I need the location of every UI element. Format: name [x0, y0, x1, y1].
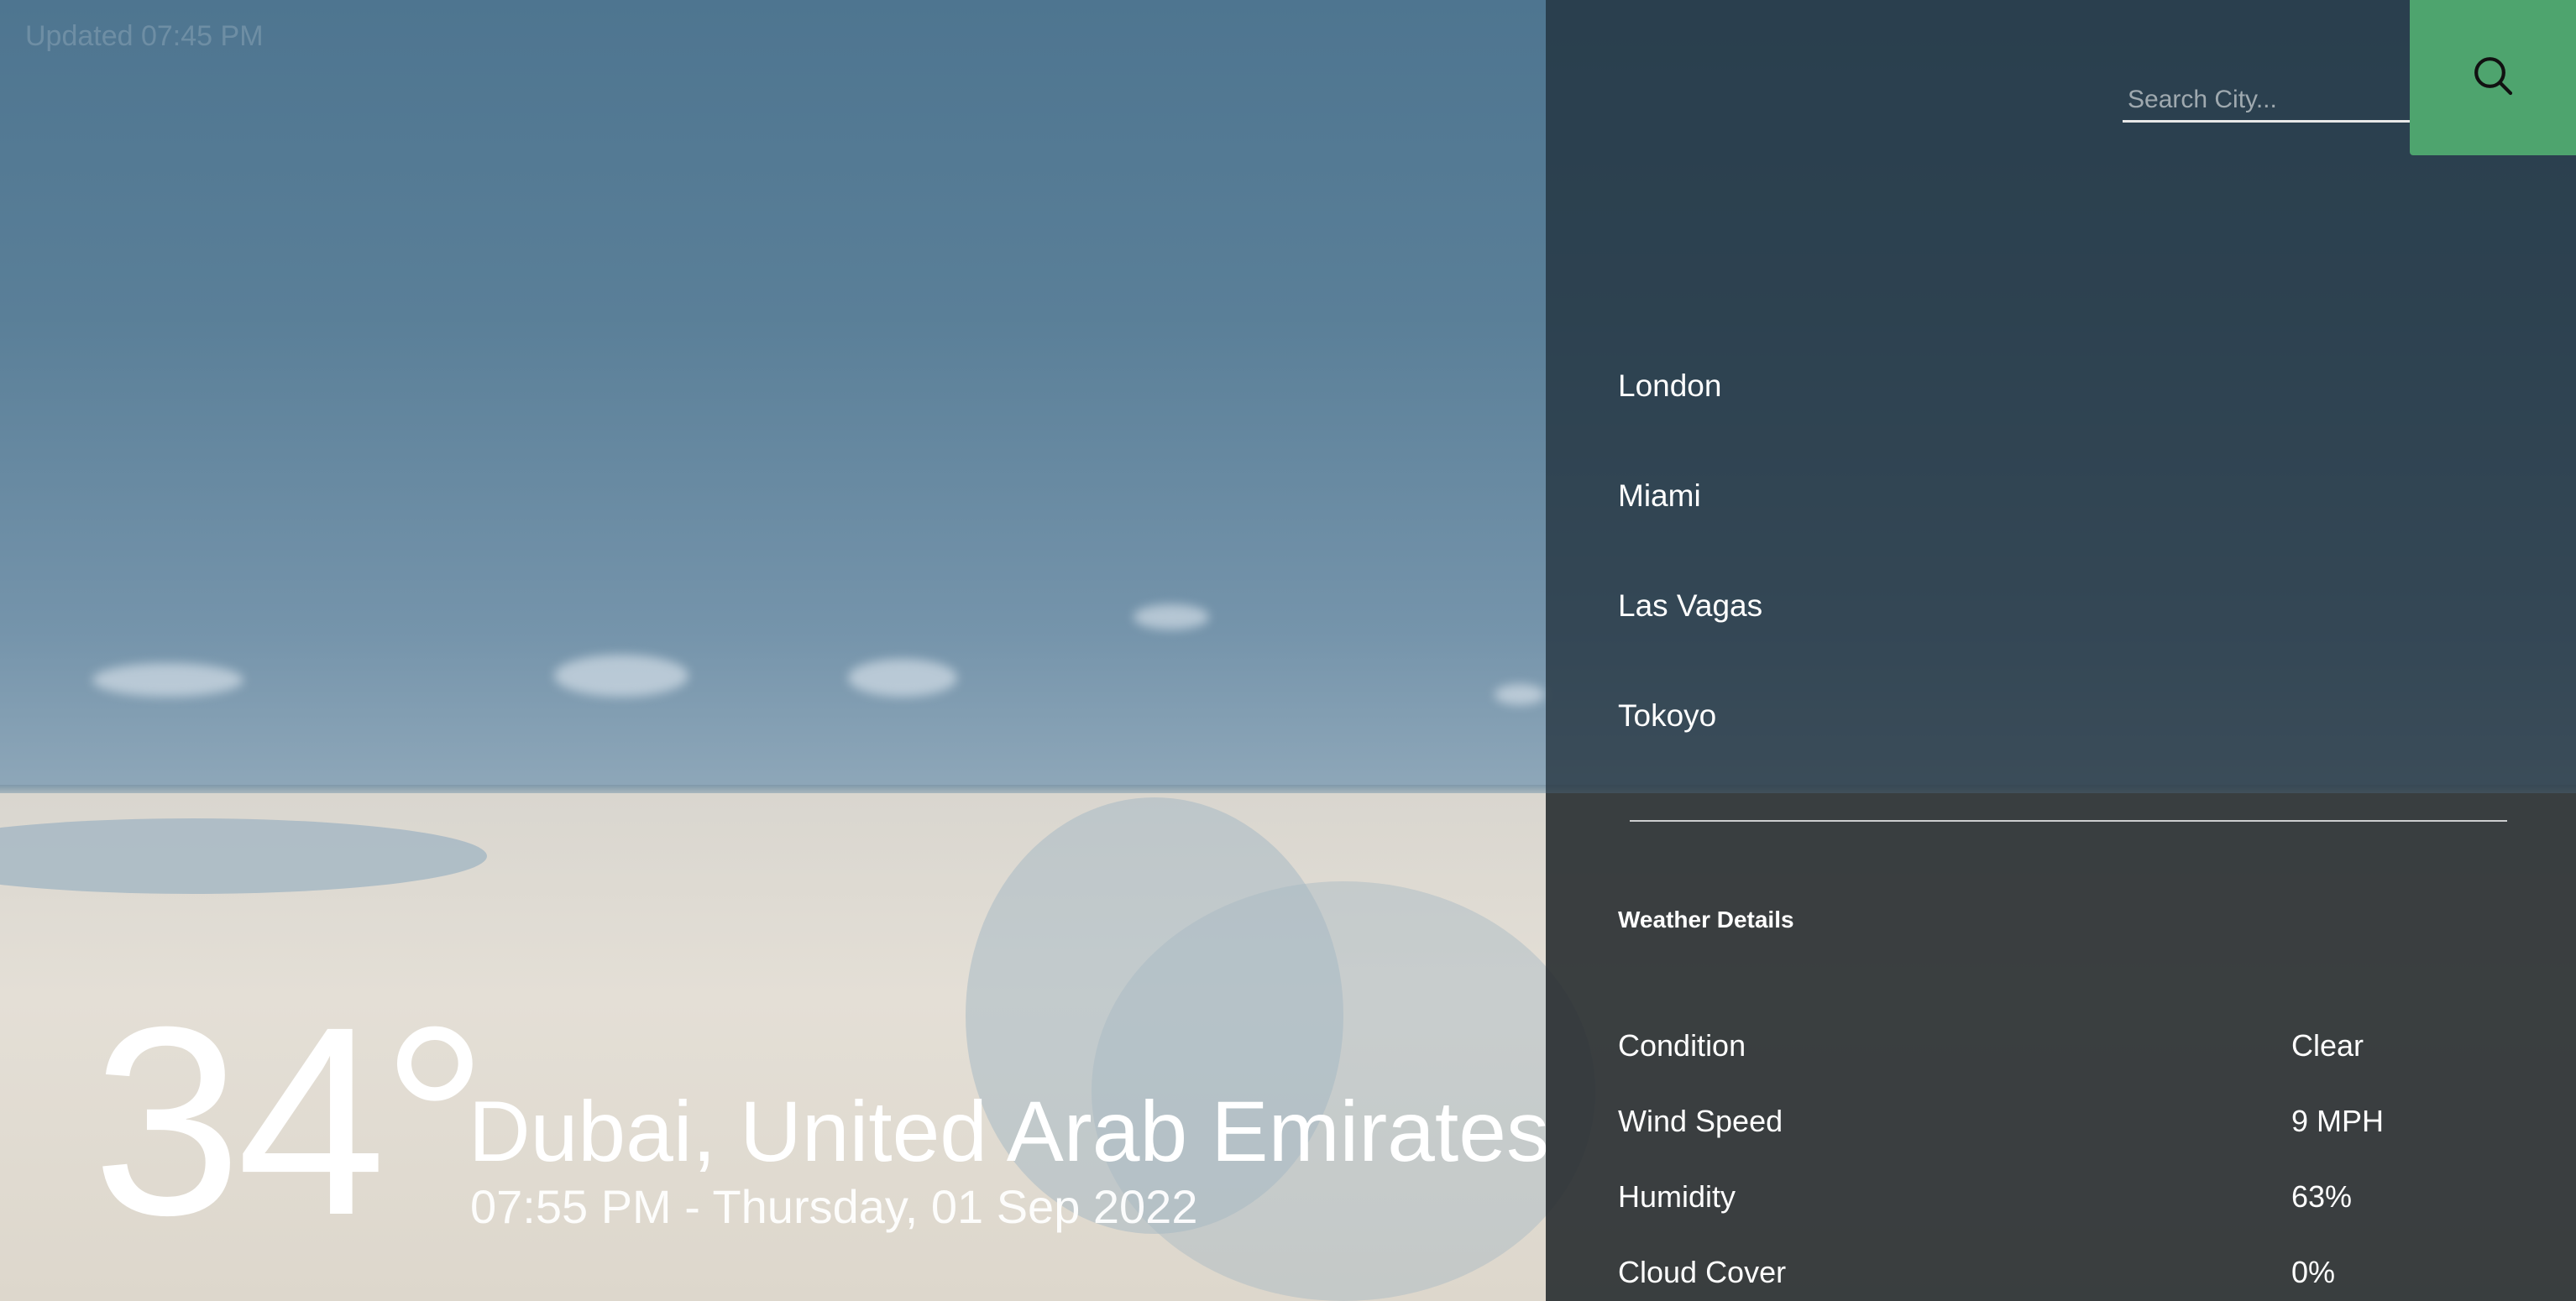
detail-label: Wind Speed — [1618, 1104, 1783, 1138]
city-item-tokoyo[interactable]: Tokoyo — [1618, 691, 1762, 801]
detail-value: 63% — [2291, 1179, 2353, 1214]
search-input[interactable] — [2123, 80, 2420, 123]
updated-time: Updated 07:45 PM — [25, 20, 264, 52]
weather-details-title: Weather Details — [1618, 907, 1794, 933]
city-item-las-vagas[interactable]: Las Vagas — [1618, 581, 1762, 691]
detail-value: 0% — [2291, 1255, 2336, 1289]
cloud — [554, 655, 689, 697]
temperature: 34° — [92, 970, 489, 1271]
search-button[interactable] — [2410, 0, 2576, 155]
city-item-miami[interactable]: Miami — [1618, 471, 1762, 581]
detail-value: Clear — [2291, 1028, 2364, 1063]
detail-value: 9 MPH — [2291, 1104, 2385, 1138]
cloud — [848, 659, 957, 697]
search-icon — [2469, 52, 2516, 103]
city-item-london[interactable]: London — [1618, 361, 1762, 471]
detail-label: Cloud Cover — [1618, 1255, 1787, 1289]
cloud — [92, 663, 243, 697]
city-list: London Miami Las Vagas Tokoyo — [1618, 361, 1762, 801]
cloud — [1134, 604, 1209, 630]
detail-label: Condition — [1618, 1028, 1746, 1063]
local-datetime: 07:55 PM - Thursday, 01 Sep 2022 — [470, 1180, 1198, 1233]
location-name: Dubai, United Arab Emirates — [469, 1084, 1549, 1179]
cloud — [1495, 684, 1545, 705]
divider — [1630, 820, 2507, 822]
detail-label: Humidity — [1618, 1179, 1736, 1214]
